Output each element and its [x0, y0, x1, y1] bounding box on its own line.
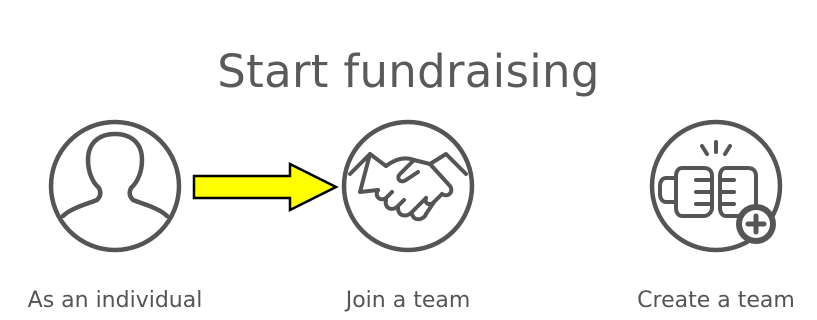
- option-label-join: Join a team: [345, 288, 471, 313]
- option-label-create: Create a team: [637, 288, 795, 313]
- handshake-icon: [341, 119, 475, 253]
- option-create-team[interactable]: Create a team: [621, 116, 811, 320]
- person-silhouette-icon: [48, 119, 182, 253]
- option-label-individual: As an individual: [27, 288, 203, 313]
- page-title: Start fundraising: [217, 45, 600, 99]
- option-join-team[interactable]: Join a team: [313, 116, 503, 320]
- fist-bump-plus-icon: [649, 119, 783, 253]
- option-as-individual[interactable]: As an individual: [20, 116, 210, 320]
